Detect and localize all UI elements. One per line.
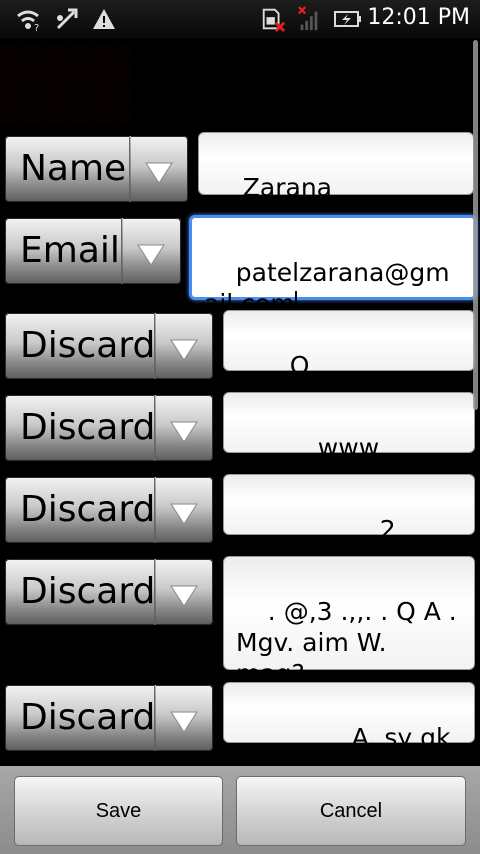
type-spinner-discard[interactable]: Discard <box>5 313 213 379</box>
field-value: 2 <box>379 515 396 544</box>
status-time: 12:01 PM <box>367 5 470 30</box>
battery-charging-icon <box>334 11 361 27</box>
type-spinner-discard[interactable]: Discard <box>5 559 213 625</box>
warning-icon <box>93 9 115 29</box>
usb-icon <box>56 8 78 30</box>
spinner-label: Discard <box>20 407 156 448</box>
no-signal-icon <box>297 6 318 31</box>
svg-text:?: ? <box>34 23 39 32</box>
chevron-down-icon <box>170 421 198 443</box>
chevron-down-icon <box>170 585 198 607</box>
scrollbar[interactable] <box>473 40 478 410</box>
spinner-label: Discard <box>20 489 156 530</box>
name-field[interactable]: Zarana <box>198 132 474 202</box>
spinner-label: Discard <box>20 571 156 612</box>
value-field[interactable]: A. sy gk <box>223 682 475 752</box>
email-field[interactable]: patelzarana@gmail.com <box>189 215 477 319</box>
chevron-down-icon <box>170 503 198 525</box>
save-button[interactable]: Save <box>14 776 223 846</box>
spinner-label: Discard <box>20 697 156 738</box>
field-value: Q <box>289 351 310 380</box>
chevron-down-icon <box>137 244 165 266</box>
field-value: . @,3 .,,. . Q A . Mgv. aim W. mag? <box>236 597 465 688</box>
type-spinner-name[interactable]: Name <box>5 136 188 202</box>
value-field[interactable]: www <box>223 392 475 462</box>
wifi-icon: ? <box>17 10 39 32</box>
status-bar: ? 12:01 PM <box>0 0 480 38</box>
button-bar: Save Cancel <box>0 766 480 854</box>
field-value: A. sy gk <box>351 723 451 752</box>
name-field-value: Zarana <box>242 173 333 202</box>
no-sim-icon <box>262 8 286 32</box>
chevron-down-icon <box>170 339 198 361</box>
type-spinner-discard[interactable]: Discard <box>5 477 213 543</box>
chevron-down-icon <box>170 711 198 733</box>
cancel-button[interactable]: Cancel <box>236 776 466 846</box>
spinner-label: Discard <box>20 325 156 366</box>
value-field[interactable]: 2 <box>223 474 475 544</box>
background-artifact <box>0 45 130 125</box>
chevron-down-icon <box>145 162 173 184</box>
type-spinner-email[interactable]: Email <box>5 218 181 284</box>
value-field[interactable]: Q <box>223 310 475 380</box>
field-value: www <box>317 433 380 462</box>
type-spinner-discard[interactable]: Discard <box>5 685 213 751</box>
spinner-label: Name <box>20 148 127 189</box>
spinner-label: Email <box>20 230 120 271</box>
type-spinner-discard[interactable]: Discard <box>5 395 213 461</box>
email-field-value: patelzarana@gmail.com <box>204 258 450 318</box>
value-field[interactable]: . @,3 .,,. . Q A . Mgv. aim W. mag? <box>223 556 475 688</box>
